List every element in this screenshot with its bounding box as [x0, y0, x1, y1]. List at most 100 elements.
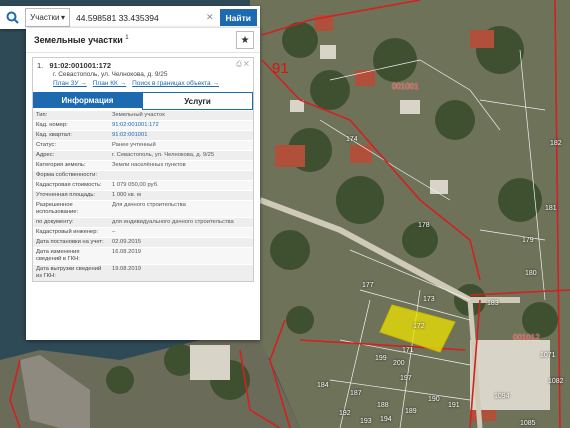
row-value: 1 000 кв. м	[112, 192, 141, 198]
panel-title: Земельные участки 1	[34, 35, 129, 45]
table-row: по документу: для индивидуального дачного…	[33, 217, 253, 227]
parcel-label: 180	[525, 270, 537, 277]
quarter-label: 91	[272, 60, 289, 77]
plan-kk-link[interactable]: План КК →	[93, 80, 126, 87]
parcel-label: 188	[377, 402, 389, 409]
table-row: Тип: Земельный участок	[33, 110, 253, 120]
row-value: Для дачного строительства	[112, 202, 186, 208]
table-row: Кадастровая стоимость: 1 079 050,00 руб.	[33, 180, 253, 190]
row-value: для индивидуального дачного строительств…	[112, 219, 234, 225]
layer-select[interactable]: Участки ▾	[25, 8, 71, 27]
row-value: Земли населённых пунктов	[112, 162, 186, 168]
row-key: Кад. номер:	[36, 122, 68, 128]
info-table: Тип: Земельный участок Кад. номер: 91:02:0…	[33, 110, 253, 281]
row-key: Разрешенное использование:	[36, 202, 79, 215]
table-row: Кад. номер: 91:02:001001:172	[33, 120, 253, 130]
parcel-label: 177	[362, 282, 374, 289]
quarter-code-label: 001012	[513, 333, 540, 342]
row-value: Ранее учтенный	[112, 142, 156, 148]
search-within-object-link[interactable]: Поиск в границах объекта →	[132, 80, 219, 87]
parcel-label: 184	[317, 382, 329, 389]
table-row: Кадастровый инженер: –	[33, 227, 253, 237]
clear-icon[interactable]: ✕	[204, 12, 216, 23]
row-value: 1 079 050,00 руб.	[112, 182, 159, 188]
layer-select-label: Участки	[30, 13, 60, 22]
parcel-label: 179	[522, 237, 534, 244]
panel-tabs: Информация Услуги	[33, 92, 253, 110]
plan-zu-link[interactable]: План ЗУ →	[53, 80, 87, 87]
parcel-label: 1094	[494, 393, 510, 400]
table-row: Адрес: г. Севастополь, ул. Челнокова, д. …	[33, 150, 253, 160]
parcel-label: 1085	[520, 420, 536, 427]
row-key: Форма собственности:	[36, 172, 97, 178]
find-button[interactable]: Найти	[219, 9, 258, 26]
parcel-label: 172	[413, 323, 425, 330]
parcel-label: 181	[545, 205, 557, 212]
parcel-label: 194	[380, 416, 392, 423]
row-value: г. Севастополь, ул. Челнокова, д. 9/25	[112, 152, 215, 158]
row-key: Дата изменения сведений в ГКН:	[36, 249, 80, 262]
row-key: Кад. квартал:	[36, 132, 72, 138]
tab-services[interactable]: Услуги	[142, 92, 253, 110]
quarter-code-label: 001001	[392, 82, 419, 91]
parcel-label: 193	[360, 418, 372, 425]
close-icon[interactable]: ✕	[244, 61, 249, 68]
parcel-info-panel: Земельные участки 1 ★ 1. 91:02:001001:17…	[26, 28, 260, 340]
panel-header: Земельные участки 1 ★	[26, 28, 260, 53]
table-row: Дата выгрузки сведений из ГКН: 19.08.2019	[33, 264, 253, 281]
table-row: Разрешенное использование: Для дачного ст…	[33, 200, 253, 217]
row-value	[109, 171, 253, 180]
table-row: Форма собственности:	[33, 170, 253, 180]
parcel-label: 190	[428, 396, 440, 403]
parcel-label: 191	[448, 402, 460, 409]
parcel-label: 178	[418, 222, 430, 229]
parcel-card-header: 1. 91:02:001001:172 ⎙ ✕ г. Севастополь, …	[33, 58, 253, 89]
parcel-label: 197	[400, 375, 412, 382]
table-row: Дата постановки на учет: 02.09.2015	[33, 237, 253, 247]
parcel-label: 1071	[540, 352, 556, 359]
table-row: Статус: Ранее учтенный	[33, 140, 253, 150]
parcel-label: 199	[375, 355, 387, 362]
print-icon[interactable]: ⎙	[236, 61, 242, 68]
row-value-link[interactable]: 91:02:001001	[109, 131, 253, 140]
tab-information[interactable]: Информация	[33, 92, 142, 108]
parcel-label: 173	[423, 296, 435, 303]
row-key: Дата выгрузки сведений из ГКН:	[36, 266, 102, 279]
row-key: Адрес:	[36, 152, 55, 158]
parcel-number-line: 1. 91:02:001001:172	[37, 61, 249, 70]
parcel-links: План ЗУ → План КК → Поиск в границах объ…	[53, 80, 249, 87]
parcel-label: 1082	[548, 378, 564, 385]
favorite-star-icon[interactable]: ★	[236, 31, 254, 49]
row-value: 16.08.2019	[112, 249, 142, 255]
row-key: по документу:	[36, 219, 74, 225]
row-key: Уточненная площадь:	[36, 192, 96, 198]
table-row: Уточненная площадь: 1 000 кв. м	[33, 190, 253, 200]
parcel-label: 192	[339, 410, 351, 417]
parcel-label: 183	[487, 300, 499, 307]
parcel-card-icons: ⎙ ✕	[236, 61, 249, 69]
row-value: 02.09.2015	[112, 239, 142, 245]
parcel-label: 200	[393, 360, 405, 367]
parcel-label: 174	[346, 136, 358, 143]
panel-title-text: Земельные участки	[34, 35, 123, 45]
chevron-down-icon: ▾	[61, 13, 66, 22]
row-key: Кадастровый инженер:	[36, 229, 99, 235]
panel-title-count: 1	[125, 35, 129, 41]
row-key: Дата постановки на учет:	[36, 239, 104, 245]
parcel-label: 187	[350, 390, 362, 397]
parcel-cadastral-number[interactable]: 91:02:001001:172	[49, 61, 111, 70]
row-key: Статус:	[36, 142, 56, 148]
row-value: Земельный участок	[112, 112, 165, 118]
row-key: Тип:	[36, 112, 48, 118]
search-icon[interactable]	[0, 6, 25, 29]
row-value: –	[112, 229, 116, 235]
row-value-link[interactable]: 91:02:001001:172	[109, 121, 253, 130]
parcel-card: 1. 91:02:001001:172 ⎙ ✕ г. Севастополь, …	[32, 57, 254, 282]
search-input[interactable]	[74, 8, 204, 27]
row-value: 19.08.2019	[112, 266, 142, 272]
parcel-label: 182	[550, 140, 562, 147]
table-row: Категория земель: Земли населённых пункто…	[33, 160, 253, 170]
parcel-address: г. Севастополь, ул. Челнокова, д. 9/25	[53, 71, 168, 78]
row-key: Категория земель:	[36, 162, 86, 168]
row-key: Кадастровая стоимость:	[36, 182, 102, 188]
